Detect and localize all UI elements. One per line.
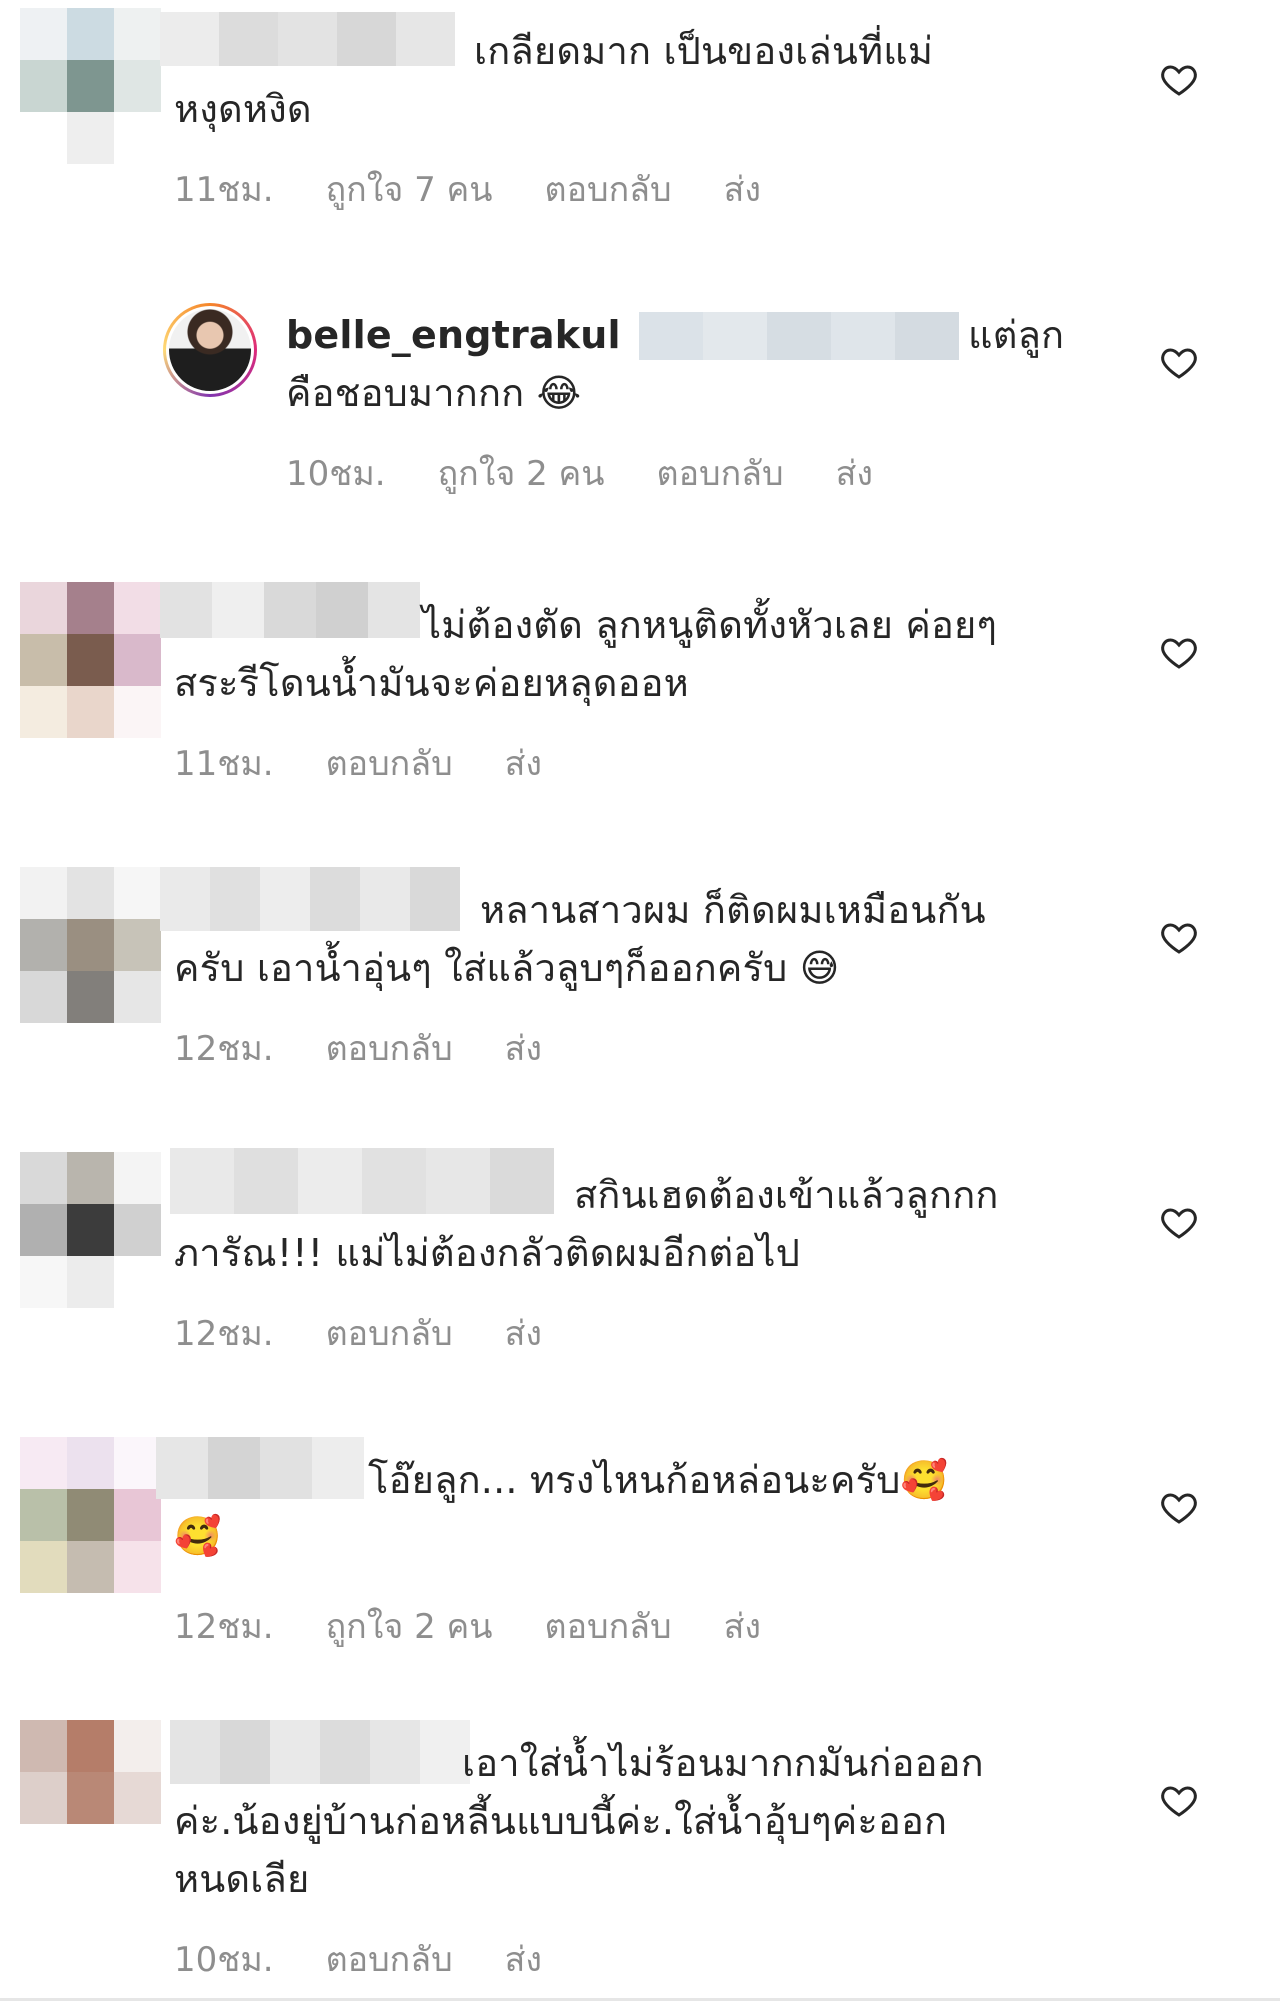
heart-icon[interactable] <box>1159 59 1199 99</box>
comment-meta: 10ชม. ถูกใจ 2 คน ตอบกลับ ส่ง <box>286 446 925 500</box>
blurred-username[interactable] <box>160 582 420 638</box>
comment-time: 10ชม. <box>286 454 386 494</box>
reply-button[interactable]: ตอบกลับ <box>326 744 453 784</box>
heart-icon[interactable] <box>1159 342 1199 382</box>
comment-time: 10ชม. <box>174 1940 274 1980</box>
comment-text-line: ภารัณ!!! แม่ไม่ต้องกลัวติดผมอีกต่อไป <box>174 1231 801 1275</box>
comment-username[interactable]: belle_engtrakul <box>286 306 621 365</box>
likes-count[interactable]: ถูกใจ 7 คน <box>326 170 493 210</box>
reply-button[interactable]: ตอบกลับ <box>326 1029 453 1069</box>
blurred-avatar[interactable] <box>20 582 161 738</box>
heart-icon[interactable] <box>1159 1487 1199 1527</box>
comment-meta: 12ชม. ถูกใจ 2 คน ตอบกลับ ส่ง <box>174 1599 813 1653</box>
blurred-avatar[interactable] <box>20 1437 161 1593</box>
comment-text-line: สระรีโดนน้ำมันจะค่อยหลุดออห <box>174 661 689 705</box>
reply-button[interactable]: ตอบกลับ <box>657 454 784 494</box>
reply-button[interactable]: ตอบกลับ <box>326 1940 453 1980</box>
comment-time: 12ชม. <box>174 1029 274 1069</box>
comment-item: เอาใส่น้ำไม่ร้อนมากกมันก่อออก ค่ะ.น้องยู… <box>0 1720 1280 2010</box>
comment-time: 12ชม. <box>174 1607 274 1647</box>
comment-item: หลานสาวผม ก็ติดผมเหมือนกัน ครับ เอาน้ำอุ… <box>0 855 1280 1105</box>
comment-text-line: หงุดหงิด <box>174 87 312 131</box>
send-button[interactable]: ส่ง <box>724 170 761 210</box>
likes-count[interactable]: ถูกใจ 2 คน <box>438 454 605 494</box>
comment-time: 11ชม. <box>174 744 274 784</box>
comment-text-line: หลานสาวผม ก็ติดผมเหมือนกัน <box>480 888 986 932</box>
comment-meta: 10ชม. ตอบกลับ ส่ง <box>174 1932 594 1986</box>
comment-text-line: คือชอบมากกก 😂 <box>286 371 582 415</box>
comment-item: belle_engtrakul แต่ลูก คือชอบมากกก 😂 10ช… <box>0 280 1280 530</box>
reply-button[interactable]: ตอบกลับ <box>545 1607 672 1647</box>
comment-meta: 11ชม. ถูกใจ 7 คน ตอบกลับ ส่ง <box>174 162 813 216</box>
heart-icon[interactable] <box>1159 632 1199 672</box>
heart-icon[interactable] <box>1159 917 1199 957</box>
comment-time: 11ชม. <box>174 170 274 210</box>
avatar[interactable] <box>163 303 257 397</box>
divider <box>0 1998 1280 2001</box>
comment-item: ไม่ต้องตัด ลูกหนูติดทั้งหัวเลย ค่อยๆ สระ… <box>0 570 1280 820</box>
blurred-avatar[interactable] <box>20 1720 161 1876</box>
comment-text-line: ครับ เอาน้ำอุ่นๆ ใส่แล้วลูบๆก็ออกครับ 😅 <box>174 946 840 990</box>
blurred-mention[interactable] <box>639 312 959 360</box>
send-button[interactable]: ส่ง <box>836 454 873 494</box>
blurred-username[interactable] <box>170 1148 554 1214</box>
comment-text-line: แต่ลูก <box>968 313 1065 357</box>
send-button[interactable]: ส่ง <box>724 1607 761 1647</box>
heart-icon[interactable] <box>1159 1202 1199 1242</box>
blurred-avatar[interactable] <box>20 1152 161 1308</box>
blurred-username[interactable] <box>160 12 455 66</box>
comment-text-line: สกินเฮดต้องเข้าแล้วลูกกก <box>574 1173 999 1217</box>
heart-icon[interactable] <box>1159 1780 1199 1820</box>
comment-item: โอ๊ยลูก... ทรงไหนก้อหล่อนะครับ🥰 🥰 12ชม. ถ… <box>0 1425 1280 1695</box>
blurred-avatar[interactable] <box>20 867 161 1023</box>
blurred-avatar[interactable] <box>20 8 161 164</box>
blurred-username[interactable] <box>170 1720 470 1784</box>
blurred-username[interactable] <box>160 867 460 931</box>
likes-count[interactable]: ถูกใจ 2 คน <box>326 1607 493 1647</box>
send-button[interactable]: ส่ง <box>505 1314 542 1354</box>
comment-text-line: หนดเลีย <box>174 1857 310 1901</box>
blurred-username[interactable] <box>156 1437 364 1499</box>
send-button[interactable]: ส่ง <box>505 1029 542 1069</box>
comment-meta: 12ชม. ตอบกลับ ส่ง <box>174 1306 594 1360</box>
reply-button[interactable]: ตอบกลับ <box>326 1314 453 1354</box>
comment-item: สกินเฮดต้องเข้าแล้วลูกกก ภารัณ!!! แม่ไม่… <box>0 1140 1280 1390</box>
comment-text-line: 🥰 <box>174 1514 222 1558</box>
comment-item: เกลียดมาก เป็นของเล่นที่แม่ หงุดหงิด 11ช… <box>0 0 1280 250</box>
comment-text-line: ไม่ต้องตัด ลูกหนูติดทั้งหัวเลย ค่อยๆ <box>422 603 998 647</box>
comment-text-line: เกลียดมาก เป็นของเล่นที่แม่ <box>474 29 934 73</box>
reply-button[interactable]: ตอบกลับ <box>545 170 672 210</box>
send-button[interactable]: ส่ง <box>505 1940 542 1980</box>
comment-text-line: เอาใส่น้ำไม่ร้อนมากกมันก่อออก <box>462 1741 984 1785</box>
comment-meta: 12ชม. ตอบกลับ ส่ง <box>174 1021 594 1075</box>
comment-time: 12ชม. <box>174 1314 274 1354</box>
comment-meta: 11ชม. ตอบกลับ ส่ง <box>174 736 594 790</box>
comment-text-line: โอ๊ยลูก... ทรงไหนก้อหล่อนะครับ🥰 <box>368 1458 949 1502</box>
comment-text-line: ค่ะ.น้องยู่บ้านก่อหลี้นแบบนี้ค่ะ.ใส่น้ำอ… <box>174 1799 948 1843</box>
send-button[interactable]: ส่ง <box>505 744 542 784</box>
